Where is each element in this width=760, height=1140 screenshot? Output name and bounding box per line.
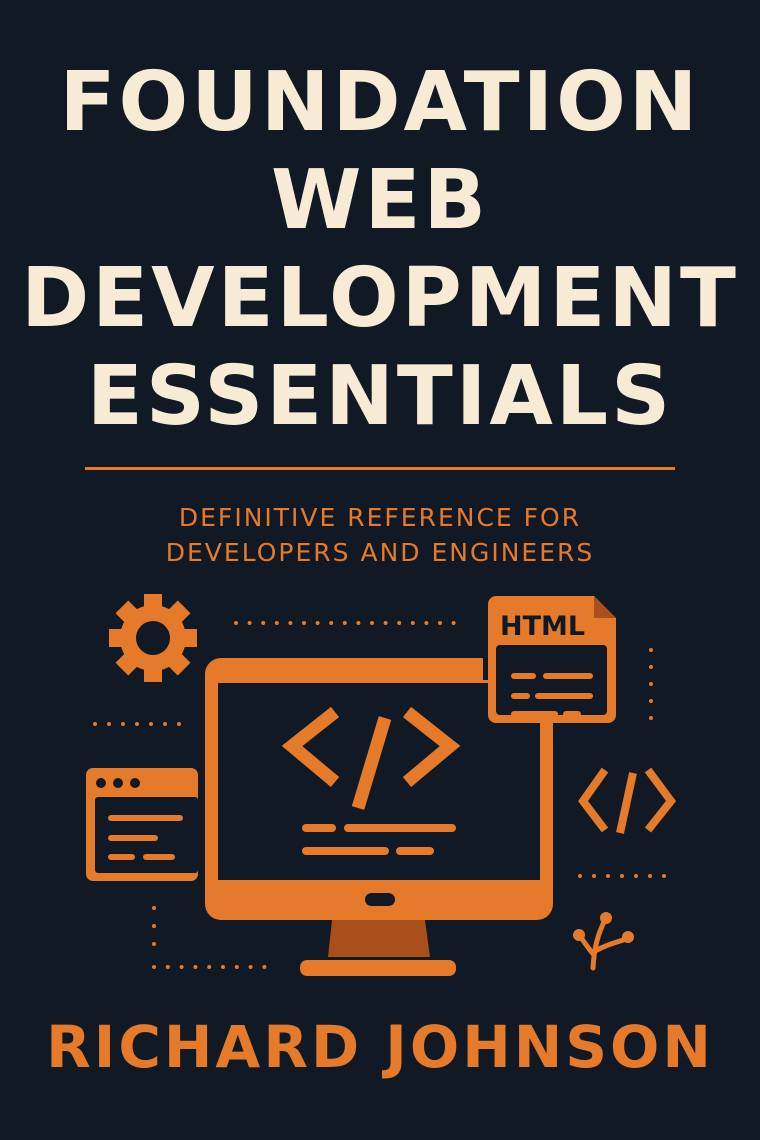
branch-node xyxy=(573,929,585,941)
html-file-icon: HTML xyxy=(488,596,616,723)
author-name: RICHARD JOHNSON xyxy=(46,1013,714,1081)
html-label: HTML xyxy=(500,611,585,642)
small-code-tag-icon xyxy=(578,767,677,834)
browser-window-icon xyxy=(86,768,198,881)
gear-icon xyxy=(109,594,197,682)
illustration: HTML xyxy=(86,594,677,976)
branch-icon xyxy=(576,915,629,971)
branch-node xyxy=(622,931,634,943)
branch-node xyxy=(600,912,612,924)
